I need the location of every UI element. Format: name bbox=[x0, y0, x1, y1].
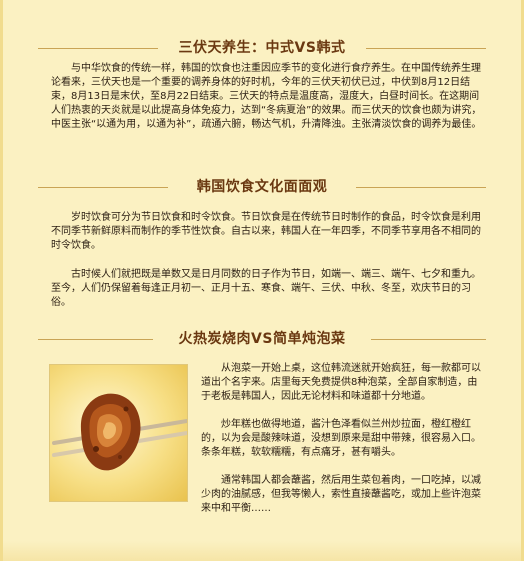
section-paragraph: 从泡菜一开始上桌，这位韩流迷就开始疯狂，每一款都可以道出个名字来。店里每天免费提… bbox=[201, 363, 481, 402]
article-page: 三伏天养生：中式VS韩式 与中华饮食的传统一样，韩国的饮食也注重因应季节的变化进… bbox=[0, 0, 524, 561]
section-heading: 韩国饮食文化面面观 bbox=[3, 177, 521, 197]
grilled-meat-illustration bbox=[52, 393, 187, 471]
section-paragraph: 炒年糕也做得地道，酱汁色泽看似兰州炒拉面，橙红橙红的，以为会是酸辣味道，没想到原… bbox=[201, 419, 481, 458]
section-heading: 火热炭烧肉VS简单炖泡菜 bbox=[3, 329, 521, 349]
section-title: 三伏天养生：中式VS韩式 bbox=[178, 40, 346, 56]
section-title: 韩国饮食文化面面观 bbox=[196, 179, 328, 195]
bottom-decor-band bbox=[3, 541, 521, 561]
section-title: 火热炭烧肉VS简单炖泡菜 bbox=[178, 331, 346, 347]
grilled-meat-photo bbox=[49, 364, 188, 502]
section-paragraph: 岁时饮食可分为节日饮食和时令饮食。节日饮食是在传统节日时制作的食品，时令饮食是利… bbox=[51, 212, 481, 251]
section-paragraph: 古时候人们就把既是单数又是日月同数的日子作为节日，如端一、端三、端午、七夕和重九… bbox=[51, 269, 481, 308]
section-paragraph: 通常韩国人都会蘸酱，然后用生菜包着肉，一口吃掉，以减少肉的油腻感，但我等懒人，索… bbox=[201, 475, 481, 514]
section-paragraph: 与中华饮食的传统一样，韩国的饮食也注重因应季节的变化进行食疗养生。在中国传统养生… bbox=[51, 63, 482, 130]
section-heading: 三伏天养生：中式VS韩式 bbox=[3, 38, 521, 58]
